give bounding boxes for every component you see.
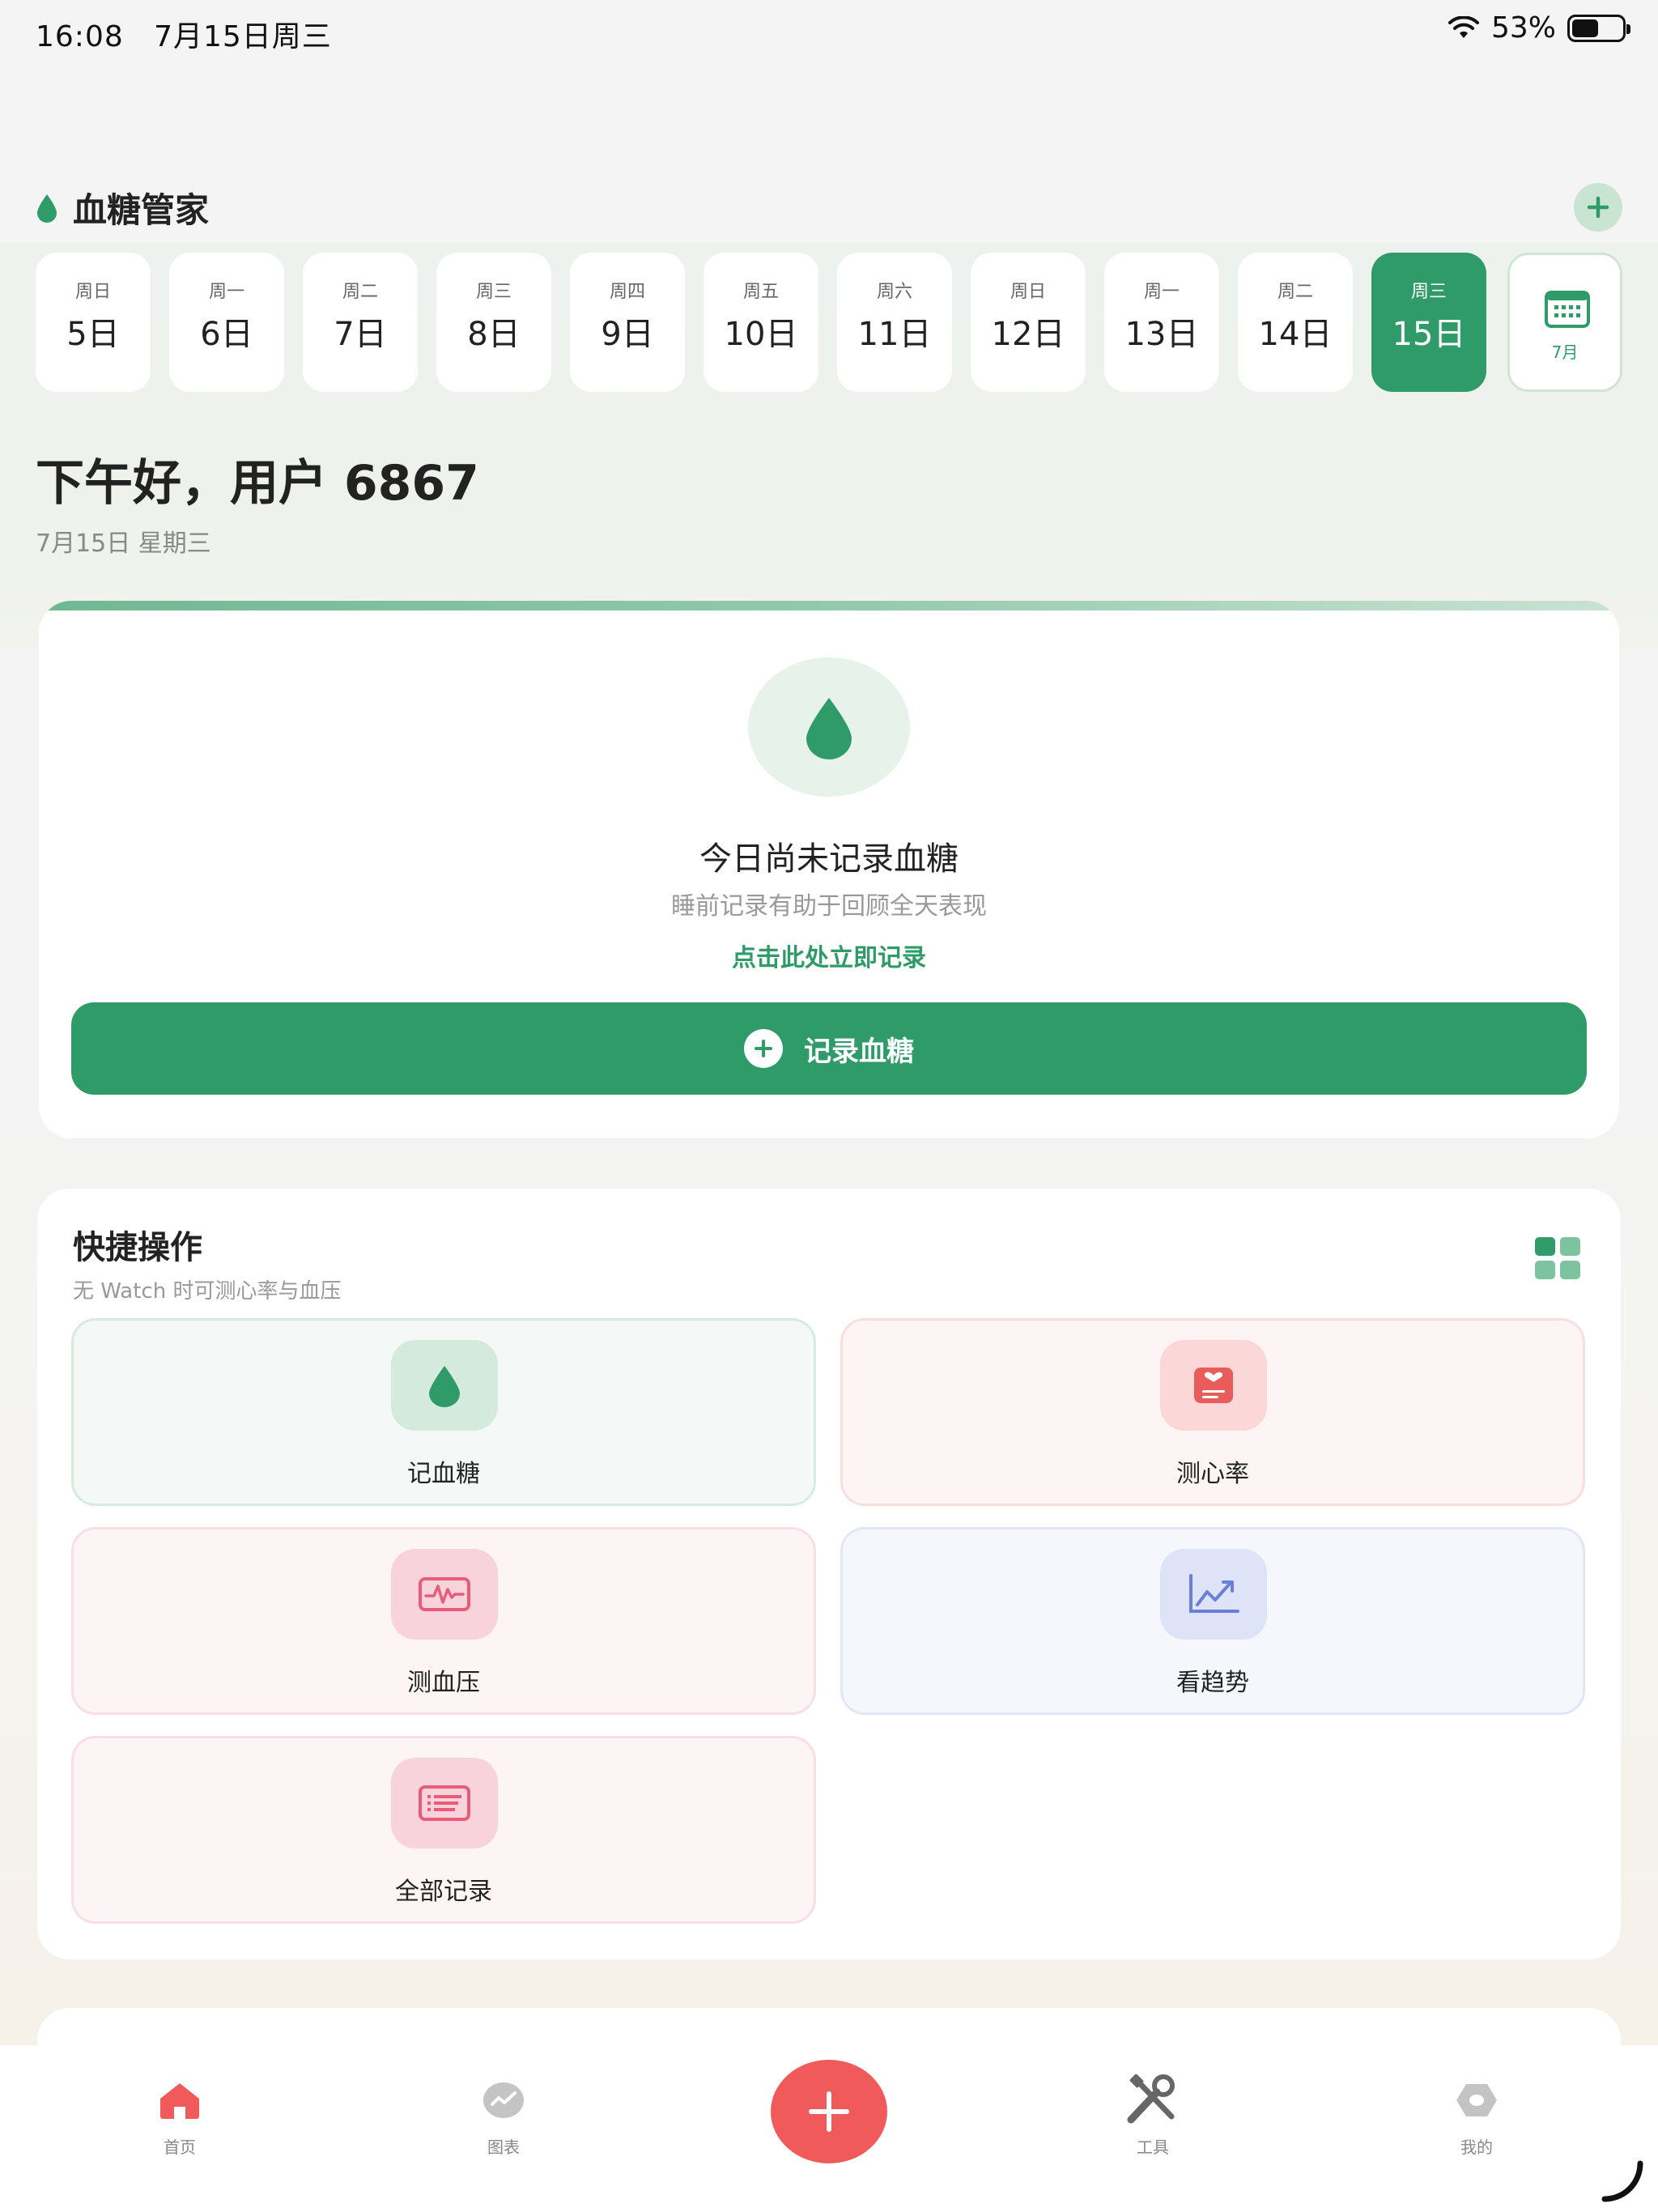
date-day: 13日 bbox=[1124, 316, 1199, 353]
greeting-date: 7月15日 星期三 bbox=[36, 530, 211, 558]
list-document-icon bbox=[391, 1758, 498, 1848]
date-weekday: 周二 bbox=[1277, 282, 1313, 302]
plus-icon bbox=[809, 2091, 849, 2132]
quick-action-trends[interactable]: 看趋势 bbox=[840, 1527, 1585, 1715]
tab-label: 首页 bbox=[164, 2138, 196, 2157]
date-weekday: 周一 bbox=[1143, 282, 1180, 302]
home-icon bbox=[160, 2083, 199, 2119]
calendar-month: 7月 bbox=[1551, 342, 1579, 362]
date-day: 9日 bbox=[601, 316, 654, 353]
date-day: 7日 bbox=[334, 316, 387, 353]
date-day: 6日 bbox=[200, 316, 253, 353]
date-tile[interactable]: 周二 7日 bbox=[303, 253, 418, 392]
date-day: 15日 bbox=[1392, 316, 1466, 353]
record-now-link[interactable]: 点击此处立即记录 bbox=[39, 938, 1619, 973]
glucose-card-subtitle: 睡前记录有助于回顾全天表现 bbox=[671, 892, 987, 921]
quick-action-blood-pressure[interactable]: 测血压 bbox=[71, 1527, 816, 1715]
date-day: 12日 bbox=[991, 316, 1065, 353]
glucose-status-card: 今日尚未记录血糖 睡前记录有助于回顾全天表现 点击此处立即记录 记录血糖 bbox=[39, 601, 1619, 1138]
quick-action-label: 测血压 bbox=[407, 1669, 480, 1697]
date-tile[interactable]: 周日 12日 bbox=[971, 253, 1086, 392]
greeting: 下午好，用户 6867 bbox=[36, 455, 479, 512]
quick-action-heart-rate[interactable]: 测心率 bbox=[840, 1318, 1585, 1506]
tab-bar: 首页 图表 工具 我的 bbox=[0, 2045, 1658, 2212]
date-weekday: 周三 bbox=[475, 282, 512, 302]
tab-chart[interactable]: 图表 bbox=[439, 2074, 568, 2158]
date-strip: 7月 周日 5日 周一 6日 周二 7日 周三 8日 周四 9日 周五 10日 周六 11日 周日 12日 周一… bbox=[36, 253, 1622, 392]
quick-action-all-records[interactable]: 全部记录 bbox=[71, 1736, 816, 1924]
date-tile[interactable]: 周一 13日 bbox=[1104, 253, 1219, 392]
app-title: 血糖管家 bbox=[36, 183, 209, 232]
date-day: 14日 bbox=[1258, 316, 1333, 353]
battery-percent: 53% bbox=[1490, 11, 1556, 45]
date-weekday: 周五 bbox=[742, 282, 779, 302]
tab-label: 我的 bbox=[1460, 2138, 1493, 2157]
tab-profile[interactable]: 我的 bbox=[1412, 2074, 1541, 2158]
date-tile[interactable]: 周三 15日 bbox=[1371, 253, 1486, 392]
date-weekday: 周日 bbox=[1010, 282, 1046, 302]
date-tile[interactable]: 周六 11日 bbox=[837, 253, 952, 392]
glucose-drop-badge bbox=[748, 657, 910, 797]
tab-tools[interactable]: 工具 bbox=[1088, 2074, 1218, 2158]
date-day: 10日 bbox=[724, 316, 798, 353]
tab-label: 图表 bbox=[487, 2138, 520, 2157]
date-tile[interactable]: 周四 9日 bbox=[570, 253, 685, 392]
profile-icon bbox=[1456, 2084, 1497, 2116]
wifi-icon bbox=[1448, 15, 1479, 38]
quick-action-label: 测心率 bbox=[1176, 1460, 1249, 1488]
card-accent-bar bbox=[39, 601, 1619, 610]
date-day: 11日 bbox=[857, 316, 932, 353]
battery-icon bbox=[1567, 14, 1630, 42]
pulse-monitor-icon bbox=[391, 1549, 498, 1640]
glucose-card-title: 今日尚未记录血糖 bbox=[699, 840, 959, 878]
date-tile[interactable]: 周三 8日 bbox=[436, 253, 551, 392]
plus-circle-icon bbox=[744, 1029, 783, 1068]
trend-chart-icon bbox=[1160, 1549, 1267, 1640]
date-tile[interactable]: 周一 6日 bbox=[169, 253, 284, 392]
date-tile[interactable]: 周五 10日 bbox=[704, 253, 818, 392]
app-header: 血糖管家 bbox=[36, 178, 1622, 235]
date-tile[interactable]: 周二 14日 bbox=[1238, 253, 1353, 392]
quick-action-label: 看趋势 bbox=[1176, 1669, 1249, 1697]
record-glucose-button[interactable]: 记录血糖 bbox=[71, 1002, 1587, 1095]
add-button[interactable] bbox=[1574, 183, 1622, 232]
calendar-icon bbox=[1545, 291, 1590, 328]
date-weekday: 周六 bbox=[876, 282, 912, 302]
date-weekday: 周一 bbox=[208, 282, 244, 302]
status-bar: 16:08 7月15日周三 53% bbox=[0, 0, 1658, 65]
water-drop-icon bbox=[37, 194, 57, 223]
chart-icon bbox=[483, 2082, 524, 2118]
plus-icon bbox=[1587, 196, 1609, 219]
tab-label: 工具 bbox=[1137, 2138, 1169, 2157]
water-drop-icon bbox=[391, 1340, 498, 1431]
add-record-fab[interactable] bbox=[771, 2060, 887, 2163]
date-weekday: 周二 bbox=[342, 282, 378, 302]
quick-action-label: 全部记录 bbox=[395, 1878, 492, 1906]
calendar-button[interactable]: 7月 bbox=[1507, 253, 1622, 392]
date-weekday: 周三 bbox=[1410, 282, 1447, 302]
quick-action-label: 记血糖 bbox=[407, 1460, 480, 1488]
quick-actions-subtitle: 无 Watch 时可测心率与血压 bbox=[73, 1279, 342, 1304]
tools-icon bbox=[1127, 2074, 1175, 2124]
status-time: 16:08 7月15日周三 bbox=[36, 20, 332, 53]
quick-action-record-glucose[interactable]: 记血糖 bbox=[71, 1318, 816, 1506]
home-indicator bbox=[1601, 2160, 1643, 2202]
date-weekday: 周日 bbox=[74, 282, 111, 302]
tab-home[interactable]: 首页 bbox=[115, 2074, 244, 2158]
status-right: 53% bbox=[1448, 11, 1630, 45]
record-glucose-label: 记录血糖 bbox=[804, 1035, 914, 1068]
date-tile[interactable]: 周日 5日 bbox=[36, 253, 151, 392]
date-weekday: 周四 bbox=[609, 282, 645, 302]
date-day: 5日 bbox=[66, 316, 120, 353]
date-day: 8日 bbox=[467, 316, 521, 353]
heart-card-icon bbox=[1160, 1340, 1267, 1431]
quick-actions-card: 快捷操作 无 Watch 时可测心率与血压 记血糖 测心率 测血压 看趋势 全部… bbox=[37, 1189, 1621, 1959]
water-drop-icon bbox=[806, 698, 852, 759]
quick-actions-title: 快捷操作 bbox=[73, 1229, 202, 1266]
grid-view-icon[interactable] bbox=[1535, 1237, 1580, 1279]
